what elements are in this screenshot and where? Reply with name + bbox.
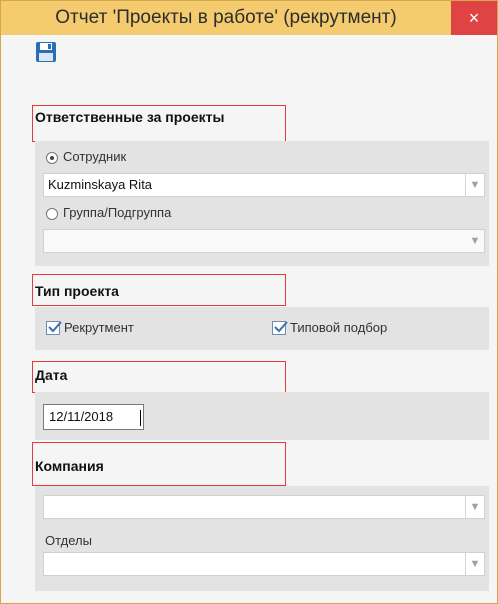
- text-caret: [140, 410, 141, 426]
- chevron-down-icon[interactable]: ▼: [465, 496, 484, 518]
- close-icon: ×: [468, 8, 480, 28]
- close-button[interactable]: ×: [451, 1, 497, 35]
- departments-select[interactable]: ▼: [43, 552, 485, 576]
- recruitment-checkbox[interactable]: [46, 321, 62, 335]
- report-dialog: Отчет 'Проекты в работе' (рекрутмент) × …: [0, 0, 498, 604]
- bottom-margin: [1, 591, 497, 603]
- company-select[interactable]: ▼: [43, 495, 485, 519]
- highlight-box-responsible: [32, 105, 286, 142]
- checkmark-icon: [48, 321, 62, 333]
- highlight-box-company: [32, 442, 286, 486]
- date-value: 12/11/2018: [49, 409, 114, 424]
- group-radio-label: Группа/Подгруппа: [63, 205, 172, 220]
- employee-radio-label: Сотрудник: [63, 149, 127, 164]
- date-input[interactable]: 12/11/2018: [43, 404, 144, 430]
- departments-label: Отделы: [45, 533, 92, 548]
- group-select[interactable]: ▼: [43, 229, 485, 253]
- chevron-down-icon[interactable]: ▼: [466, 230, 484, 252]
- employee-select[interactable]: Kuzminskaya Rita ▼: [43, 173, 485, 197]
- save-icon[interactable]: [35, 41, 57, 63]
- highlight-box-project-type: [32, 274, 286, 306]
- chevron-down-icon[interactable]: ▼: [465, 174, 484, 196]
- employee-radio[interactable]: [46, 152, 58, 164]
- highlight-box-date: [32, 361, 286, 393]
- title-bar[interactable]: Отчет 'Проекты в работе' (рекрутмент) ×: [1, 1, 497, 35]
- typical-selection-checkbox[interactable]: [272, 321, 288, 335]
- recruitment-label: Рекрутмент: [64, 320, 134, 335]
- typical-selection-label: Типовой подбор: [290, 320, 388, 335]
- checkmark-icon: [274, 321, 288, 333]
- group-radio[interactable]: [46, 208, 58, 220]
- dialog-title: Отчет 'Проекты в работе' (рекрутмент): [55, 7, 397, 28]
- chevron-down-icon[interactable]: ▼: [465, 553, 484, 575]
- employee-value: Kuzminskaya Rita: [48, 177, 153, 192]
